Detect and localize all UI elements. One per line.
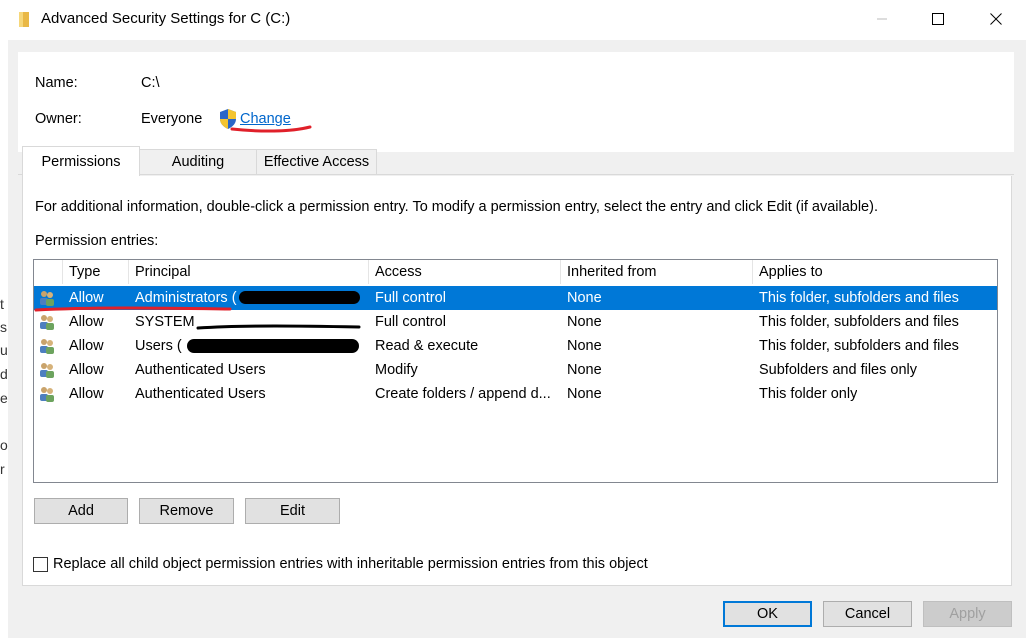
advanced-security-dialog: Advanced Security Settings for C (C:) Na… xyxy=(8,0,1026,638)
remove-button-label: Remove xyxy=(159,503,214,519)
users-group-icon xyxy=(40,339,54,354)
add-button[interactable]: Add xyxy=(34,498,128,524)
row-type: Allow xyxy=(69,338,104,354)
tab-auditing[interactable]: Auditing xyxy=(139,149,257,174)
permission-entries-list[interactable]: Type Principal Access Inherited from App… xyxy=(33,259,998,483)
close-button[interactable] xyxy=(970,0,1022,38)
column-header-access[interactable]: Access xyxy=(369,260,561,284)
apply-button[interactable]: Apply xyxy=(923,601,1012,627)
users-group-icon xyxy=(40,315,54,330)
column-header-icon[interactable] xyxy=(34,260,63,284)
row-inherited-from: None xyxy=(567,290,602,306)
row-principal: Authenticated Users xyxy=(135,386,266,402)
tab-strip-line xyxy=(18,174,1014,175)
cancel-button-label: Cancel xyxy=(844,606,891,622)
name-value: C:\ xyxy=(141,75,160,91)
minimize-button[interactable] xyxy=(856,0,908,38)
name-label: Name: xyxy=(35,75,78,91)
permission-row[interactable]: Allow Authenticated Users Modify None Su… xyxy=(34,358,997,382)
add-button-label: Add xyxy=(68,503,94,519)
tab-permissions[interactable]: Permissions xyxy=(22,146,140,176)
background-text: r xyxy=(0,461,5,477)
cancel-button[interactable]: Cancel xyxy=(823,601,912,627)
users-group-icon xyxy=(40,387,54,402)
row-type: Allow xyxy=(69,386,104,402)
ok-button[interactable]: OK xyxy=(723,601,812,627)
list-header: Type Principal Access Inherited from App… xyxy=(34,260,997,284)
permission-row[interactable]: Allow Users ( Read & execute None This f… xyxy=(34,334,997,358)
row-access: Full control xyxy=(375,290,446,306)
redaction-mark xyxy=(196,324,361,330)
background-text: t xyxy=(0,296,4,312)
background-text: u xyxy=(0,342,8,358)
maximize-button[interactable] xyxy=(912,0,964,38)
background-text: o xyxy=(0,437,8,453)
row-principal: SYSTEM xyxy=(135,314,195,330)
annotation-underline xyxy=(230,125,312,133)
column-header-principal[interactable]: Principal xyxy=(129,260,369,284)
minimize-icon xyxy=(877,18,887,20)
replace-child-permissions-label[interactable]: Replace all child object permission entr… xyxy=(53,556,648,572)
replace-child-permissions-checkbox[interactable] xyxy=(33,557,48,572)
row-applies-to: This folder, subfolders and files xyxy=(759,314,959,330)
window-title: Advanced Security Settings for C (C:) xyxy=(41,10,291,27)
background-text: d xyxy=(0,366,8,382)
permission-row[interactable]: Allow SYSTEM Full control None This fold… xyxy=(34,310,997,334)
row-type: Allow xyxy=(69,362,104,378)
row-access: Read & execute xyxy=(375,338,479,354)
row-inherited-from: None xyxy=(567,338,602,354)
apply-button-label: Apply xyxy=(949,606,986,622)
folder-icon xyxy=(19,12,29,27)
background-text: s xyxy=(0,319,7,335)
row-applies-to: This folder only xyxy=(759,386,858,402)
permission-row[interactable]: Allow Authenticated Users Create folders… xyxy=(34,382,997,406)
permission-entries-label: Permission entries: xyxy=(35,233,159,249)
row-principal: Authenticated Users xyxy=(135,362,266,378)
ok-button-label: OK xyxy=(757,606,778,622)
users-group-icon xyxy=(40,363,54,378)
owner-value: Everyone xyxy=(141,111,203,127)
edit-button[interactable]: Edit xyxy=(245,498,340,524)
maximize-icon xyxy=(932,13,944,25)
row-applies-to: This folder, subfolders and files xyxy=(759,338,959,354)
tab-effective-access[interactable]: Effective Access xyxy=(256,149,377,174)
column-header-applies-to[interactable]: Applies to xyxy=(753,260,997,284)
row-access: Create folders / append d... xyxy=(375,386,551,402)
owner-label: Owner: xyxy=(35,111,82,127)
column-header-inherited-from[interactable]: Inherited from xyxy=(561,260,753,284)
row-applies-to: Subfolders and files only xyxy=(759,362,917,378)
object-info-panel xyxy=(18,52,1014,152)
title-bar[interactable]: Advanced Security Settings for C (C:) xyxy=(8,0,1026,40)
column-header-type[interactable]: Type xyxy=(63,260,129,284)
row-inherited-from: None xyxy=(567,362,602,378)
remove-button[interactable]: Remove xyxy=(139,498,234,524)
row-principal: Users ( xyxy=(135,338,182,354)
row-inherited-from: None xyxy=(567,314,602,330)
redaction-mark xyxy=(187,339,359,353)
instructions-text: For additional information, double-click… xyxy=(35,199,878,215)
redaction-mark xyxy=(239,291,360,304)
background-text: e xyxy=(0,390,8,406)
row-access: Full control xyxy=(375,314,446,330)
close-icon xyxy=(990,13,1002,25)
row-applies-to: This folder, subfolders and files xyxy=(759,290,959,306)
row-access: Modify xyxy=(375,362,418,378)
edit-button-label: Edit xyxy=(280,503,305,519)
row-inherited-from: None xyxy=(567,386,602,402)
row-type: Allow xyxy=(69,314,104,330)
